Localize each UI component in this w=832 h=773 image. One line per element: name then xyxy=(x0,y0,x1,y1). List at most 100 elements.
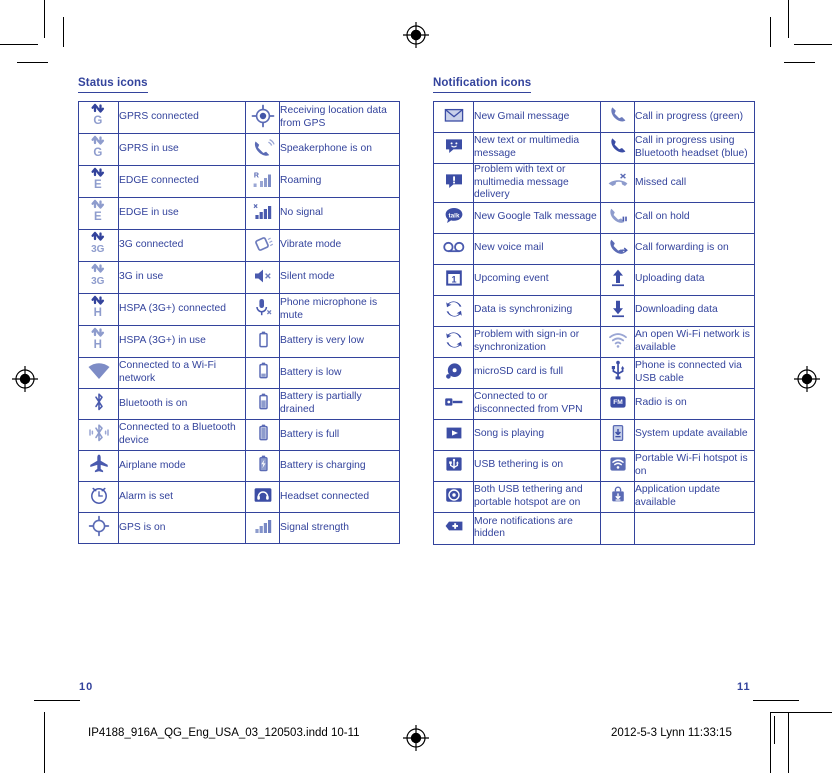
crop-mark-br-v xyxy=(788,712,789,773)
status-label: Connected to a Bluetooth device xyxy=(118,419,246,451)
notification-label: Downloading data xyxy=(634,294,755,327)
status-label: GPS is on xyxy=(118,512,246,544)
status-label: Receiving location data from GPS xyxy=(279,101,400,134)
roaming-icon: R xyxy=(245,165,280,198)
bluetooth-on-icon xyxy=(78,388,119,420)
table-row: Problem with sign-in or synchronization … xyxy=(433,325,755,358)
svg-text:3G: 3G xyxy=(91,276,105,287)
notification-icons-title: Notification icons xyxy=(433,77,532,93)
table-row: H HSPA (3G+) connected Phone microphone … xyxy=(78,293,400,326)
3g-in-use-icon: 3G xyxy=(78,261,119,294)
empty-icon-cell xyxy=(600,511,635,545)
notification-label: Call in progress using Bluetooth headset… xyxy=(634,132,755,164)
alarm-icon xyxy=(78,481,119,513)
status-label: HSPA (3G+) in use xyxy=(118,325,246,358)
registration-mark-bottom xyxy=(403,725,429,751)
printed-page: Status icons G GPRS connected Receiving … xyxy=(0,0,832,773)
portable-hotspot-icon xyxy=(600,449,635,482)
table-row: Song is playing System update available xyxy=(433,418,755,451)
table-row: More notifications are hidden xyxy=(433,511,755,545)
imprint-timestamp: 2012-5-3 Lynn 11:33:15 xyxy=(611,727,732,739)
status-label: Signal strength xyxy=(279,512,400,544)
table-row: Airplane mode Battery is charging xyxy=(78,450,400,482)
crop-mark-tr-h2 xyxy=(784,62,815,63)
svg-text:G: G xyxy=(93,147,102,159)
notification-label: Radio is on xyxy=(634,387,755,420)
status-label: Battery is full xyxy=(279,419,400,451)
airplane-mode-icon xyxy=(78,450,119,482)
status-label: 3G in use xyxy=(118,261,246,294)
status-label: Roaming xyxy=(279,165,400,198)
upload-icon xyxy=(600,263,635,296)
speakerphone-icon xyxy=(245,133,280,166)
status-label: EDGE in use xyxy=(118,197,246,230)
google-talk-icon: talk xyxy=(433,201,474,234)
crop-mark-tr-v xyxy=(788,0,789,38)
status-label: Vibrate mode xyxy=(279,229,400,262)
notification-label: Problem with text or multimedia message … xyxy=(473,163,601,203)
svg-text:1: 1 xyxy=(451,274,456,284)
edge-in-use-icon: E xyxy=(78,197,119,230)
notification-label: Call in progress (green) xyxy=(634,101,755,133)
status-label: GPRS connected xyxy=(118,101,246,134)
status-label: Alarm is set xyxy=(118,481,246,513)
status-label: Bluetooth is on xyxy=(118,388,246,420)
svg-text:H: H xyxy=(93,307,101,319)
notification-label: Phone is connected via USB cable xyxy=(634,356,755,389)
calendar-event-icon: 1 xyxy=(433,263,474,296)
table-row: G GPRS connected Receiving location data… xyxy=(78,101,400,134)
table-row: GPS is on Signal strength xyxy=(78,512,400,544)
crop-mark-bl-v xyxy=(44,712,45,773)
svg-text:3G: 3G xyxy=(91,244,105,255)
hspa-in-use-icon: H xyxy=(78,325,119,358)
notification-label: Portable Wi-Fi hotspot is on xyxy=(634,449,755,482)
sms-message-icon xyxy=(433,132,474,164)
svg-text:talk: talk xyxy=(448,212,459,219)
battery-charging-icon xyxy=(245,450,280,482)
notification-icons-column: Notification icons New Gmail message Cal… xyxy=(433,73,755,545)
wifi-connected-icon xyxy=(78,357,119,389)
gps-location-icon xyxy=(245,101,280,134)
table-row: H HSPA (3G+) in use Battery is very low xyxy=(78,325,400,358)
battery-low-icon xyxy=(245,357,280,389)
voicemail-icon xyxy=(433,232,474,265)
notification-label: Missed call xyxy=(634,163,755,203)
call-bluetooth-icon xyxy=(600,132,635,164)
notification-label: Call forwarding is on xyxy=(634,232,755,265)
table-row: Both USB tethering and portable hotspot … xyxy=(433,480,755,513)
status-icons-title: Status icons xyxy=(78,77,148,93)
notification-label: New Google Talk message xyxy=(473,201,601,234)
download-icon xyxy=(600,294,635,327)
notification-label: System update available xyxy=(634,418,755,451)
status-icons-table: G GPRS connected Receiving location data… xyxy=(78,101,400,544)
table-row: USB tethering is on Portable Wi-Fi hotsp… xyxy=(433,449,755,482)
registration-mark-top xyxy=(403,22,429,48)
crop-mark-tr-h xyxy=(794,44,832,45)
table-row: 3G 3G connected Vibrate mode xyxy=(78,229,400,262)
usb-cable-icon xyxy=(600,356,635,389)
3g-connected-icon: 3G xyxy=(78,229,119,262)
status-label: Battery is very low xyxy=(279,325,400,358)
battery-very-low-icon xyxy=(245,325,280,358)
footer-rule-left xyxy=(34,700,80,701)
notification-label: Song is playing xyxy=(473,418,601,451)
notification-label: Data is synchronizing xyxy=(473,294,601,327)
table-row: Connected to a Wi-Fi network Battery is … xyxy=(78,357,400,389)
bluetooth-connected-icon xyxy=(78,419,119,451)
status-label: Battery is low xyxy=(279,357,400,389)
table-row: New Gmail message Call in progress (gree… xyxy=(433,101,755,133)
table-row: Problem with text or multimedia message … xyxy=(433,163,755,203)
notification-label: Both USB tethering and portable hotspot … xyxy=(473,480,601,513)
notification-label: Application update available xyxy=(634,480,755,513)
status-label: Battery is partially drained xyxy=(279,388,400,420)
notification-label: Call on hold xyxy=(634,201,755,234)
table-row: microSD card is full Phone is connected … xyxy=(433,356,755,389)
no-signal-icon xyxy=(245,197,280,230)
table-row: Connected to a Bluetooth device Battery … xyxy=(78,419,400,451)
status-label: GPRS in use xyxy=(118,133,246,166)
imprint-divider xyxy=(774,716,775,744)
sync-icon xyxy=(433,294,474,327)
registration-mark-left xyxy=(12,366,38,392)
page-number-left: 10 xyxy=(79,681,94,693)
svg-text:G: G xyxy=(93,115,102,127)
